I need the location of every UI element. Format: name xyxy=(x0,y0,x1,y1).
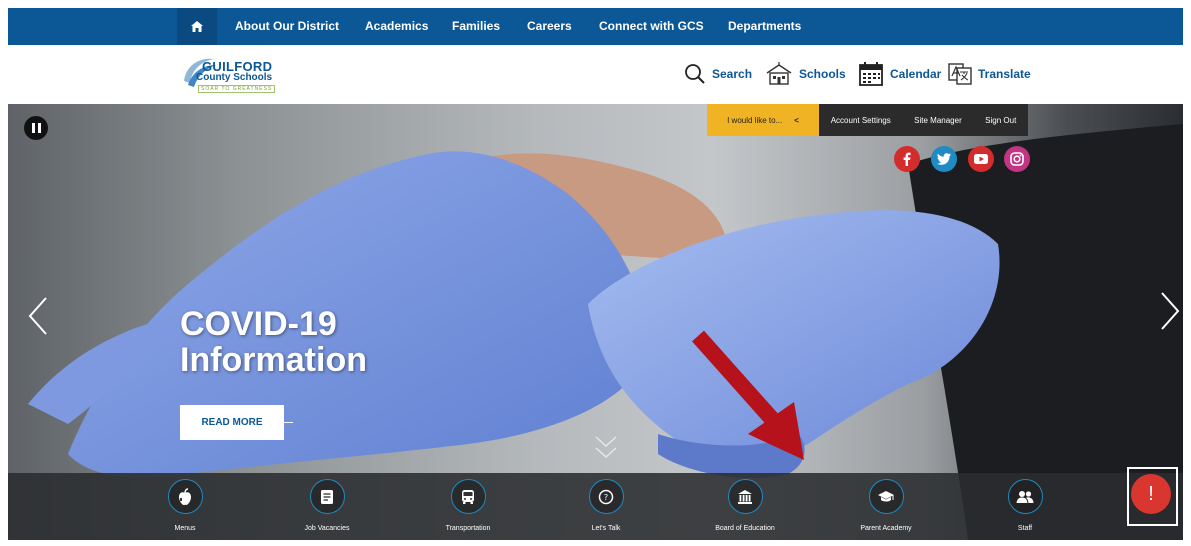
facebook-link[interactable] xyxy=(894,146,920,172)
quick-link-parent-academy[interactable]: Parent Academy xyxy=(841,479,931,532)
i-would-like-to-menu[interactable]: I would like to... < xyxy=(707,104,819,136)
account-bar: Account Settings Site Manager Sign Out xyxy=(819,104,1028,136)
search-icon xyxy=(685,64,705,84)
scroll-down-chevron-icon[interactable] xyxy=(594,435,618,461)
pause-button[interactable] xyxy=(24,116,48,140)
quick-link-board-of-education[interactable]: Board of Education xyxy=(700,479,790,532)
translate-button[interactable]: Translate xyxy=(948,60,1031,88)
graduation-cap-icon xyxy=(878,490,894,501)
quick-link-menus[interactable]: Menus xyxy=(140,479,230,532)
site-manager-link[interactable]: Site Manager xyxy=(914,116,962,125)
nav-careers[interactable]: Careers xyxy=(527,8,572,45)
calendar-button[interactable]: Calendar xyxy=(858,60,941,88)
quick-link-label: Job Vacancies xyxy=(304,525,350,532)
twitter-link[interactable] xyxy=(931,146,957,172)
people-icon xyxy=(1016,490,1034,503)
alert-button[interactable]: ! xyxy=(1131,474,1171,514)
search-button[interactable]: Search xyxy=(684,60,752,88)
calendar-icon xyxy=(859,62,883,86)
school-building-icon xyxy=(766,62,792,85)
chat-bubble-icon: ? xyxy=(598,489,614,504)
document-icon xyxy=(321,489,333,504)
quick-link-label: Transportation xyxy=(445,525,491,532)
logo-text-county-schools: County Schools xyxy=(196,72,273,83)
read-more-button[interactable]: READ MORE xyxy=(180,405,284,440)
logo-tagline: SOAR TO GREATNESS xyxy=(198,85,276,93)
top-navigation: About Our District Academics Families Ca… xyxy=(8,8,1183,45)
facebook-icon xyxy=(903,152,911,166)
nav-about-our-district[interactable]: About Our District xyxy=(235,8,339,45)
nav-departments[interactable]: Departments xyxy=(728,8,801,45)
i-would-like-to-label: I would like to... xyxy=(727,115,783,125)
quick-link-job-vacancies[interactable]: Job Vacancies xyxy=(282,479,372,532)
translate-label: Translate xyxy=(978,67,1031,81)
quick-link-transportation[interactable]: Transportation xyxy=(423,479,513,532)
schools-button[interactable]: Schools xyxy=(765,60,846,88)
hero-title-line2: Information xyxy=(180,341,367,379)
twitter-icon xyxy=(937,153,951,165)
sign-out-link[interactable]: Sign Out xyxy=(985,116,1016,125)
home-icon xyxy=(191,21,203,32)
site-header: GUILFORD County Schools SOAR TO GREATNES… xyxy=(8,45,1183,104)
quick-link-label: Board of Education xyxy=(715,525,775,532)
pause-icon xyxy=(31,123,35,133)
hero-slideshow: I would like to... < Account Settings Si… xyxy=(8,104,1183,540)
apple-icon xyxy=(179,487,191,505)
instagram-link[interactable] xyxy=(1004,146,1030,172)
read-more-decorative-line xyxy=(273,422,293,423)
bus-icon xyxy=(462,489,474,504)
nav-families[interactable]: Families xyxy=(452,8,500,45)
translate-icon xyxy=(948,63,972,85)
building-columns-icon xyxy=(738,489,752,504)
chevron-left-icon: < xyxy=(794,115,799,125)
svg-text:?: ? xyxy=(604,493,608,502)
quick-link-label: Let's Talk xyxy=(591,525,621,532)
instagram-icon xyxy=(1010,152,1024,166)
search-label: Search xyxy=(712,67,753,81)
next-slide-arrow-icon[interactable] xyxy=(1160,291,1180,331)
home-button[interactable] xyxy=(177,8,217,45)
schools-label: Schools xyxy=(799,67,846,81)
page-frame: About Our District Academics Families Ca… xyxy=(8,8,1183,540)
quick-link-lets-talk[interactable]: ? Let's Talk xyxy=(561,479,651,532)
red-annotation-arrow-icon xyxy=(692,330,804,460)
nav-academics[interactable]: Academics xyxy=(365,8,428,45)
account-settings-link[interactable]: Account Settings xyxy=(831,116,891,125)
quick-link-label: Parent Academy xyxy=(860,525,912,532)
previous-slide-arrow-icon[interactable] xyxy=(28,296,48,336)
hero-title: COVID-19 Information xyxy=(180,306,367,378)
youtube-icon xyxy=(974,154,988,164)
calendar-label: Calendar xyxy=(890,67,942,81)
nav-connect-with-gcs[interactable]: Connect with GCS xyxy=(599,8,704,45)
quick-link-label: Menus xyxy=(174,525,196,532)
quick-link-label: Staff xyxy=(1017,525,1033,532)
district-logo[interactable]: GUILFORD County Schools SOAR TO GREATNES… xyxy=(180,53,290,95)
youtube-link[interactable] xyxy=(968,146,994,172)
hero-title-line1: COVID-19 xyxy=(180,305,337,343)
quick-links-bar: Menus Job Vacancies Transportation ? Let… xyxy=(8,473,1183,540)
quick-link-staff[interactable]: Staff xyxy=(980,479,1070,532)
